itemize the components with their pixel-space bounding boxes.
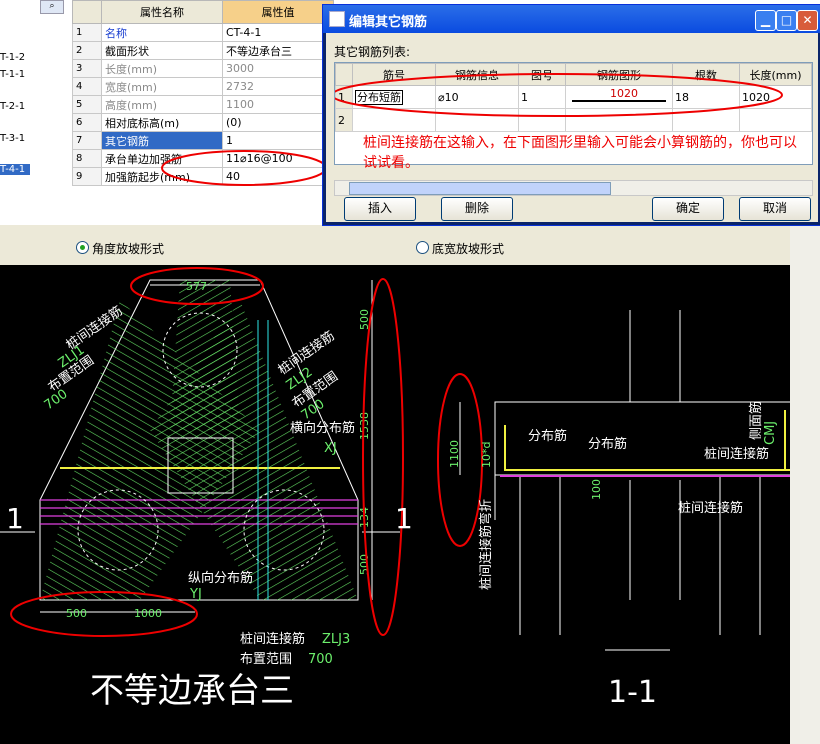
tree-item[interactable]: T-3-1 — [0, 133, 25, 144]
radio-bar: 角度放坡形式 底宽放坡形式 — [0, 225, 790, 265]
radio-width[interactable] — [416, 241, 429, 254]
tree-item[interactable]: T-1-2 — [0, 52, 25, 63]
label-zlj1-val: 700 — [42, 387, 71, 414]
label-zlj3-code: ZLJ3 — [322, 632, 350, 647]
dim-top: 577 — [186, 280, 207, 293]
component-tree: ⌕ T-1-2 T-1-1 T-2-1 T-3-1 T-4-1 — [0, 0, 73, 210]
scroll-up-button[interactable]: ⌕ — [40, 0, 64, 14]
maximize-icon[interactable]: □ — [776, 10, 797, 31]
dialog-body: 其它钢筋列表: 筋号 钢筋信息 图号 钢筋图形 根数 长度(mm) 1 分布短筋… — [326, 33, 818, 222]
dim-height: 1100 — [448, 440, 461, 468]
label-zlj3-range: 布置范围 — [240, 652, 292, 667]
label-yj: YJ — [189, 587, 202, 602]
label-zlj3: 桩间连接筋 — [240, 631, 305, 647]
label-vertical-right: 侧面筋 — [748, 401, 764, 440]
app-icon — [329, 11, 345, 27]
cad-drawing: 577 500 1538 134 500 500 1000 桩间连接筋 ZLJ1… — [0, 265, 790, 744]
section-view — [494, 310, 790, 651]
tree-item[interactable]: T-2-1 — [0, 101, 25, 112]
dim-small: 100 — [590, 479, 603, 500]
close-icon[interactable]: ✕ — [797, 10, 818, 31]
rebar-table: 筋号 钢筋信息 图号 钢筋图形 根数 长度(mm) 1 分布短筋 ⌀10 1 1… — [334, 62, 813, 171]
radio-angle-label: 角度放坡形式 — [92, 242, 165, 256]
label-cmj: CMJ — [763, 421, 778, 445]
edit-rebar-dialog: 编辑其它钢筋 ▁ □ ✕ 其它钢筋列表: 筋号 钢筋信息 图号 钢筋图形 根数 … — [322, 4, 820, 226]
label-zong: 纵向分布筋 — [188, 570, 253, 586]
horizontal-scrollbar[interactable] — [334, 180, 813, 196]
vertical-scrollbar[interactable] — [790, 225, 820, 744]
property-grid: 属性名称 属性值 1 名称 CT-4-1 2 截面形状 不等边承台三 3 长度(… — [72, 0, 334, 210]
label-zlj3-val: 700 — [308, 652, 333, 667]
drawing-title: 不等边承台三 — [90, 671, 294, 711]
label-heng: 横向分布筋 — [290, 420, 355, 436]
section-title: 1-1 — [608, 675, 657, 710]
dim-right2: 1538 — [358, 412, 371, 440]
dialog-title: 编辑其它钢筋 — [349, 15, 428, 30]
radio-angle[interactable] — [76, 241, 89, 254]
label-fenbu2: 分布筋 — [588, 436, 627, 452]
annotation-ellipse — [161, 150, 327, 186]
dim-bottom2: 1000 — [134, 607, 162, 620]
tree-item[interactable]: T-1-1 — [0, 69, 25, 80]
label-zhuang1: 桩间连接筋 — [704, 446, 769, 462]
annotation-ellipse — [335, 73, 783, 117]
list-label: 其它钢筋列表: — [334, 45, 411, 59]
cancel-button[interactable]: 取消 — [739, 197, 811, 221]
label-vertical-left: 桩间连接筋弯折 — [478, 499, 494, 590]
dim-bottom1: 500 — [66, 607, 87, 620]
tree-item-selected[interactable]: T-4-1 — [0, 164, 30, 175]
delete-button[interactable]: 删除 — [441, 197, 513, 221]
label-xj: XJ — [324, 441, 337, 456]
label-zhuang2: 桩间连接筋 — [678, 500, 743, 516]
section-mark-right: 1 — [395, 502, 413, 535]
label-fenbu1: 分布筋 — [528, 428, 567, 444]
radio-width-label: 底宽放坡形式 — [432, 242, 505, 256]
dim-right4: 500 — [358, 554, 371, 575]
dim-hook: 10*d — [480, 442, 493, 468]
dialog-titlebar[interactable]: 编辑其它钢筋 ▁ □ ✕ — [323, 5, 820, 33]
minimize-icon[interactable]: ▁ — [755, 10, 776, 31]
insert-button[interactable]: 插入 — [344, 197, 416, 221]
ok-button[interactable]: 确定 — [652, 197, 724, 221]
section-mark-left: 1 — [6, 502, 24, 535]
